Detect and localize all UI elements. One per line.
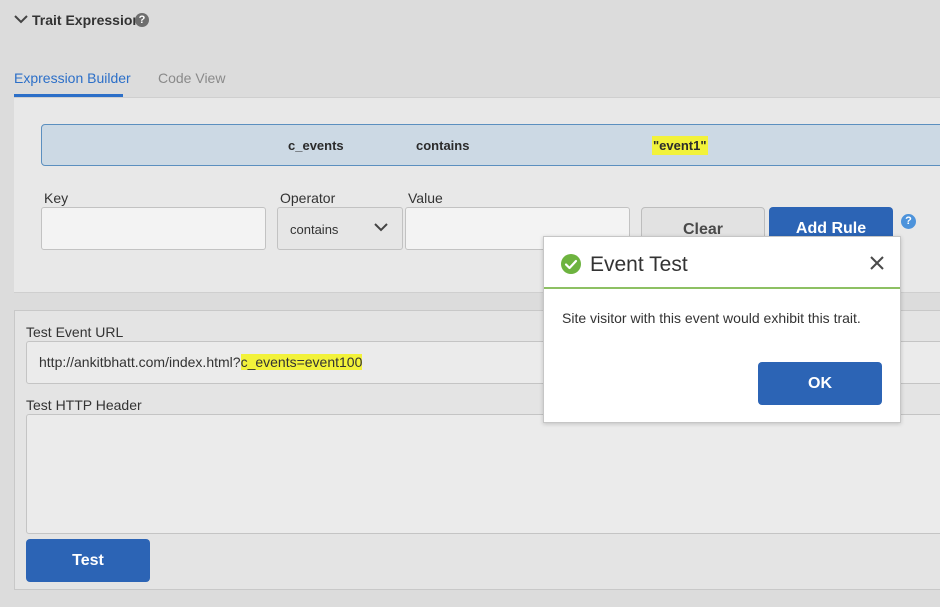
rule-key: c_events	[288, 138, 344, 153]
chevron-down-icon[interactable]	[14, 12, 28, 26]
chevron-down-icon	[374, 223, 388, 232]
help-icon[interactable]: ?	[135, 13, 149, 27]
section-title: Trait Expression	[32, 12, 141, 28]
test-event-url-label: Test Event URL	[26, 324, 124, 340]
test-http-header-input[interactable]	[26, 414, 940, 534]
dialog-message: Site visitor with this event would exhib…	[562, 310, 861, 326]
url-prefix: http://ankitbhatt.com/index.html?	[39, 354, 241, 370]
check-circle-icon	[561, 254, 581, 274]
rule-operator: contains	[416, 138, 470, 153]
operator-select-value: contains	[290, 222, 339, 237]
key-input[interactable]	[41, 207, 266, 250]
rule-row[interactable]	[41, 124, 940, 166]
url-query-highlight: c_events=event100	[240, 354, 363, 370]
help-icon[interactable]: ?	[901, 214, 916, 229]
operator-label: Operator	[280, 190, 336, 206]
ok-button[interactable]: OK	[758, 362, 882, 405]
dialog-title: Event Test	[590, 253, 688, 276]
test-event-url-value: http://ankitbhatt.com/index.html?c_event…	[39, 354, 363, 370]
close-icon[interactable]	[869, 255, 885, 271]
tab-code-view[interactable]: Code View	[158, 70, 225, 86]
tab-expression-builder[interactable]: Expression Builder	[14, 70, 131, 86]
test-button[interactable]: Test	[26, 539, 150, 582]
rule-value: "event1"	[652, 136, 708, 155]
test-http-header-label: Test HTTP Header	[26, 397, 142, 413]
dialog-divider	[544, 287, 900, 289]
value-label: Value	[408, 190, 443, 206]
key-label: Key	[44, 190, 69, 206]
